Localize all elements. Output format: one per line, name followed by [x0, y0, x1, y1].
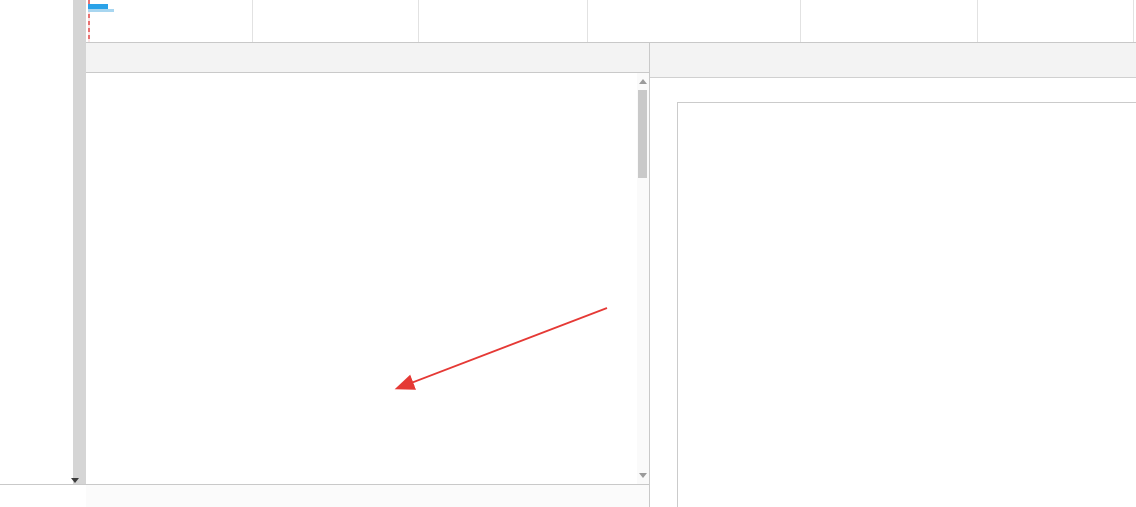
- dropdown-arrow-icon[interactable]: [71, 478, 79, 483]
- scroll-up-icon[interactable]: [639, 79, 647, 84]
- request-list: [86, 73, 637, 484]
- overview-gridline: [800, 0, 801, 42]
- sidebar-footer-text: [0, 485, 87, 507]
- overview-timeline-bar-light: [88, 9, 114, 12]
- xml-preview-card: [677, 102, 1136, 507]
- request-list-scrollbar[interactable]: [637, 73, 649, 484]
- overview-gridline: [977, 0, 978, 42]
- request-detail-pane: [650, 43, 1136, 507]
- vertical-scrollbar[interactable]: [73, 0, 86, 484]
- overview-gridline: [252, 0, 253, 42]
- network-overview-strip[interactable]: [86, 0, 1136, 43]
- scroll-down-icon[interactable]: [639, 473, 647, 478]
- devtools-network-screenshot: [0, 0, 1136, 507]
- overview-gridline: [418, 0, 419, 42]
- detail-tab-bar: [650, 43, 1136, 78]
- left-content-column: [0, 0, 72, 484]
- column-header-name[interactable]: [86, 43, 649, 73]
- overview-gridline: [587, 0, 588, 42]
- scrollbar-thumb[interactable]: [638, 90, 647, 178]
- overview-gridline: [1133, 0, 1134, 42]
- network-status-bar: [86, 485, 649, 507]
